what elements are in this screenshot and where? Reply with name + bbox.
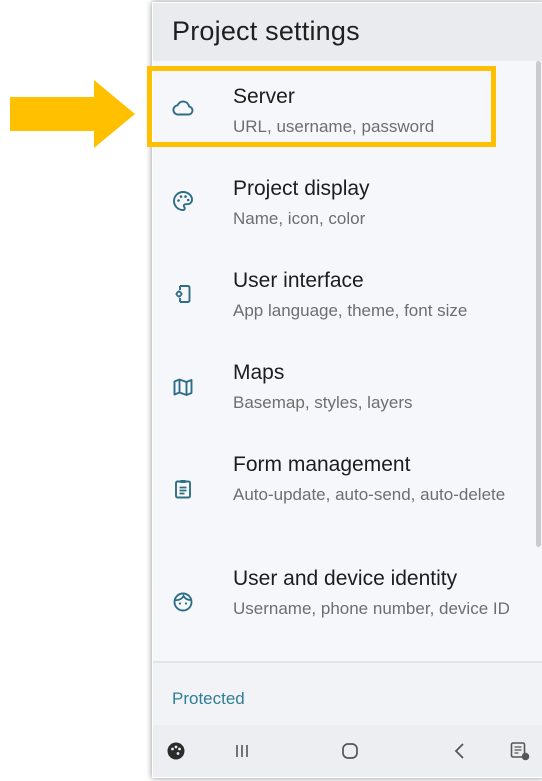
clipboard-icon: [171, 477, 195, 501]
highlight-box: [147, 66, 496, 147]
settings-item-user-device-identity[interactable]: User and device identity Username, phone…: [153, 543, 542, 661]
settings-item-subtitle: Auto-update, auto-send, auto-delete: [233, 485, 506, 504]
settings-item-title: Project display: [233, 177, 370, 200]
screenshot-page: Project settings Server URL, username, p…: [0, 0, 542, 781]
keyboard-palette-icon[interactable]: [164, 739, 188, 763]
system-navigation-bar: [153, 725, 542, 777]
home-icon[interactable]: [338, 739, 362, 763]
app-bar: Project settings: [153, 3, 542, 61]
back-icon[interactable]: [448, 739, 472, 763]
face-icon: [171, 590, 195, 614]
settings-item-subtitle: Basemap, styles, layers: [233, 393, 413, 412]
settings-item-user-interface[interactable]: User interface App language, theme, font…: [153, 245, 542, 337]
settings-item-title: User interface: [233, 269, 364, 292]
settings-item-project-display[interactable]: Project display Name, icon, color: [153, 153, 542, 245]
pointer-arrow-icon: [10, 80, 135, 148]
map-icon: [171, 375, 195, 399]
scrollbar[interactable]: [536, 61, 541, 547]
settings-item-title: Form management: [233, 453, 411, 476]
section-divider: [153, 661, 542, 663]
settings-item-title: User and device identity: [233, 567, 458, 590]
settings-item-form-management[interactable]: Form management Auto-update, auto-send, …: [153, 429, 542, 543]
keyboard-switch-icon[interactable]: [508, 739, 532, 763]
settings-item-subtitle: Name, icon, color: [233, 209, 366, 228]
phone-settings-icon: [171, 282, 195, 306]
section-header-protected: Protected: [172, 689, 245, 708]
settings-item-title: Maps: [233, 361, 285, 384]
recent-apps-icon[interactable]: [230, 739, 254, 763]
page-title: Project settings: [172, 16, 360, 46]
settings-item-subtitle: Username, phone number, device ID: [233, 599, 510, 618]
settings-item-subtitle: App language, theme, font size: [233, 301, 468, 320]
settings-list: Server URL, username, password Project d…: [153, 61, 542, 661]
settings-item-maps[interactable]: Maps Basemap, styles, layers: [153, 337, 542, 429]
palette-icon: [171, 189, 195, 213]
